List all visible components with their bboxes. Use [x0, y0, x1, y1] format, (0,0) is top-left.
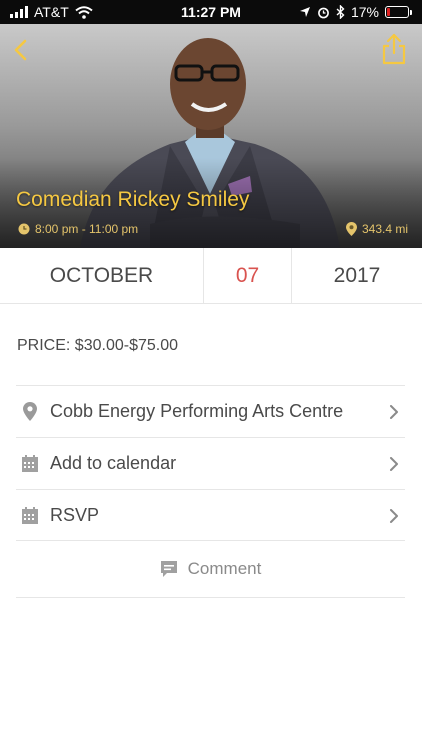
carrier-label: AT&T [34, 4, 69, 20]
battery-icon [385, 6, 412, 18]
event-time-label: 8:00 pm - 11:00 pm [35, 222, 139, 236]
calendar-icon [20, 506, 40, 526]
location-pin-icon [345, 222, 357, 236]
alarm-icon [318, 7, 329, 18]
event-distance-label: 343.4 mi [361, 222, 408, 236]
location-arrow-icon [299, 7, 310, 17]
event-date: OCTOBER 07 2017 [0, 248, 422, 304]
price: PRICE: $30.00-$75.00 [17, 337, 178, 355]
chevron-left-icon[interactable] [8, 36, 36, 64]
chevron-right-icon [390, 508, 398, 523]
chevron-right-icon [390, 404, 398, 419]
signal-icon [10, 6, 28, 18]
calendar-icon [20, 454, 40, 474]
price-label: PRICE: [17, 337, 71, 354]
chevron-right-icon [390, 456, 398, 471]
location-pin-icon [20, 402, 40, 422]
date-day: 07 [204, 248, 292, 303]
comment-label: Comment [187, 559, 262, 578]
date-year: 2017 [333, 263, 381, 287]
rsvp-label: RSVP [50, 505, 100, 525]
comment-icon [160, 561, 177, 577]
event-distance: 343.4 mi [345, 222, 408, 236]
venue-label: Cobb Energy Performing Arts Centre [50, 401, 344, 421]
status-bar: AT&T 11:27 PM 17% [0, 0, 422, 24]
add-to-calendar-label: Add to calendar [50, 453, 177, 473]
event-time: 8:00 pm - 11:00 pm [18, 222, 138, 236]
wifi-icon [75, 5, 93, 19]
share-icon[interactable] [380, 32, 408, 66]
event-hero: Comedian Rickey Smiley 8:00 pm - 11:00 p… [0, 24, 422, 248]
add-to-calendar-row[interactable]: Add to calendar [16, 437, 405, 489]
comment-button[interactable]: Comment [16, 540, 405, 598]
bluetooth-icon [336, 5, 345, 19]
date-month: OCTOBER [0, 248, 204, 303]
venue-row[interactable]: Cobb Energy Performing Arts Centre [16, 385, 405, 437]
clock-icon [18, 223, 30, 235]
battery-percent: 17% [350, 4, 379, 20]
price-value: $30.00-$75.00 [74, 337, 178, 354]
event-title: Comedian Rickey Smiley [16, 188, 250, 211]
rsvp-row[interactable]: RSVP [16, 489, 405, 541]
